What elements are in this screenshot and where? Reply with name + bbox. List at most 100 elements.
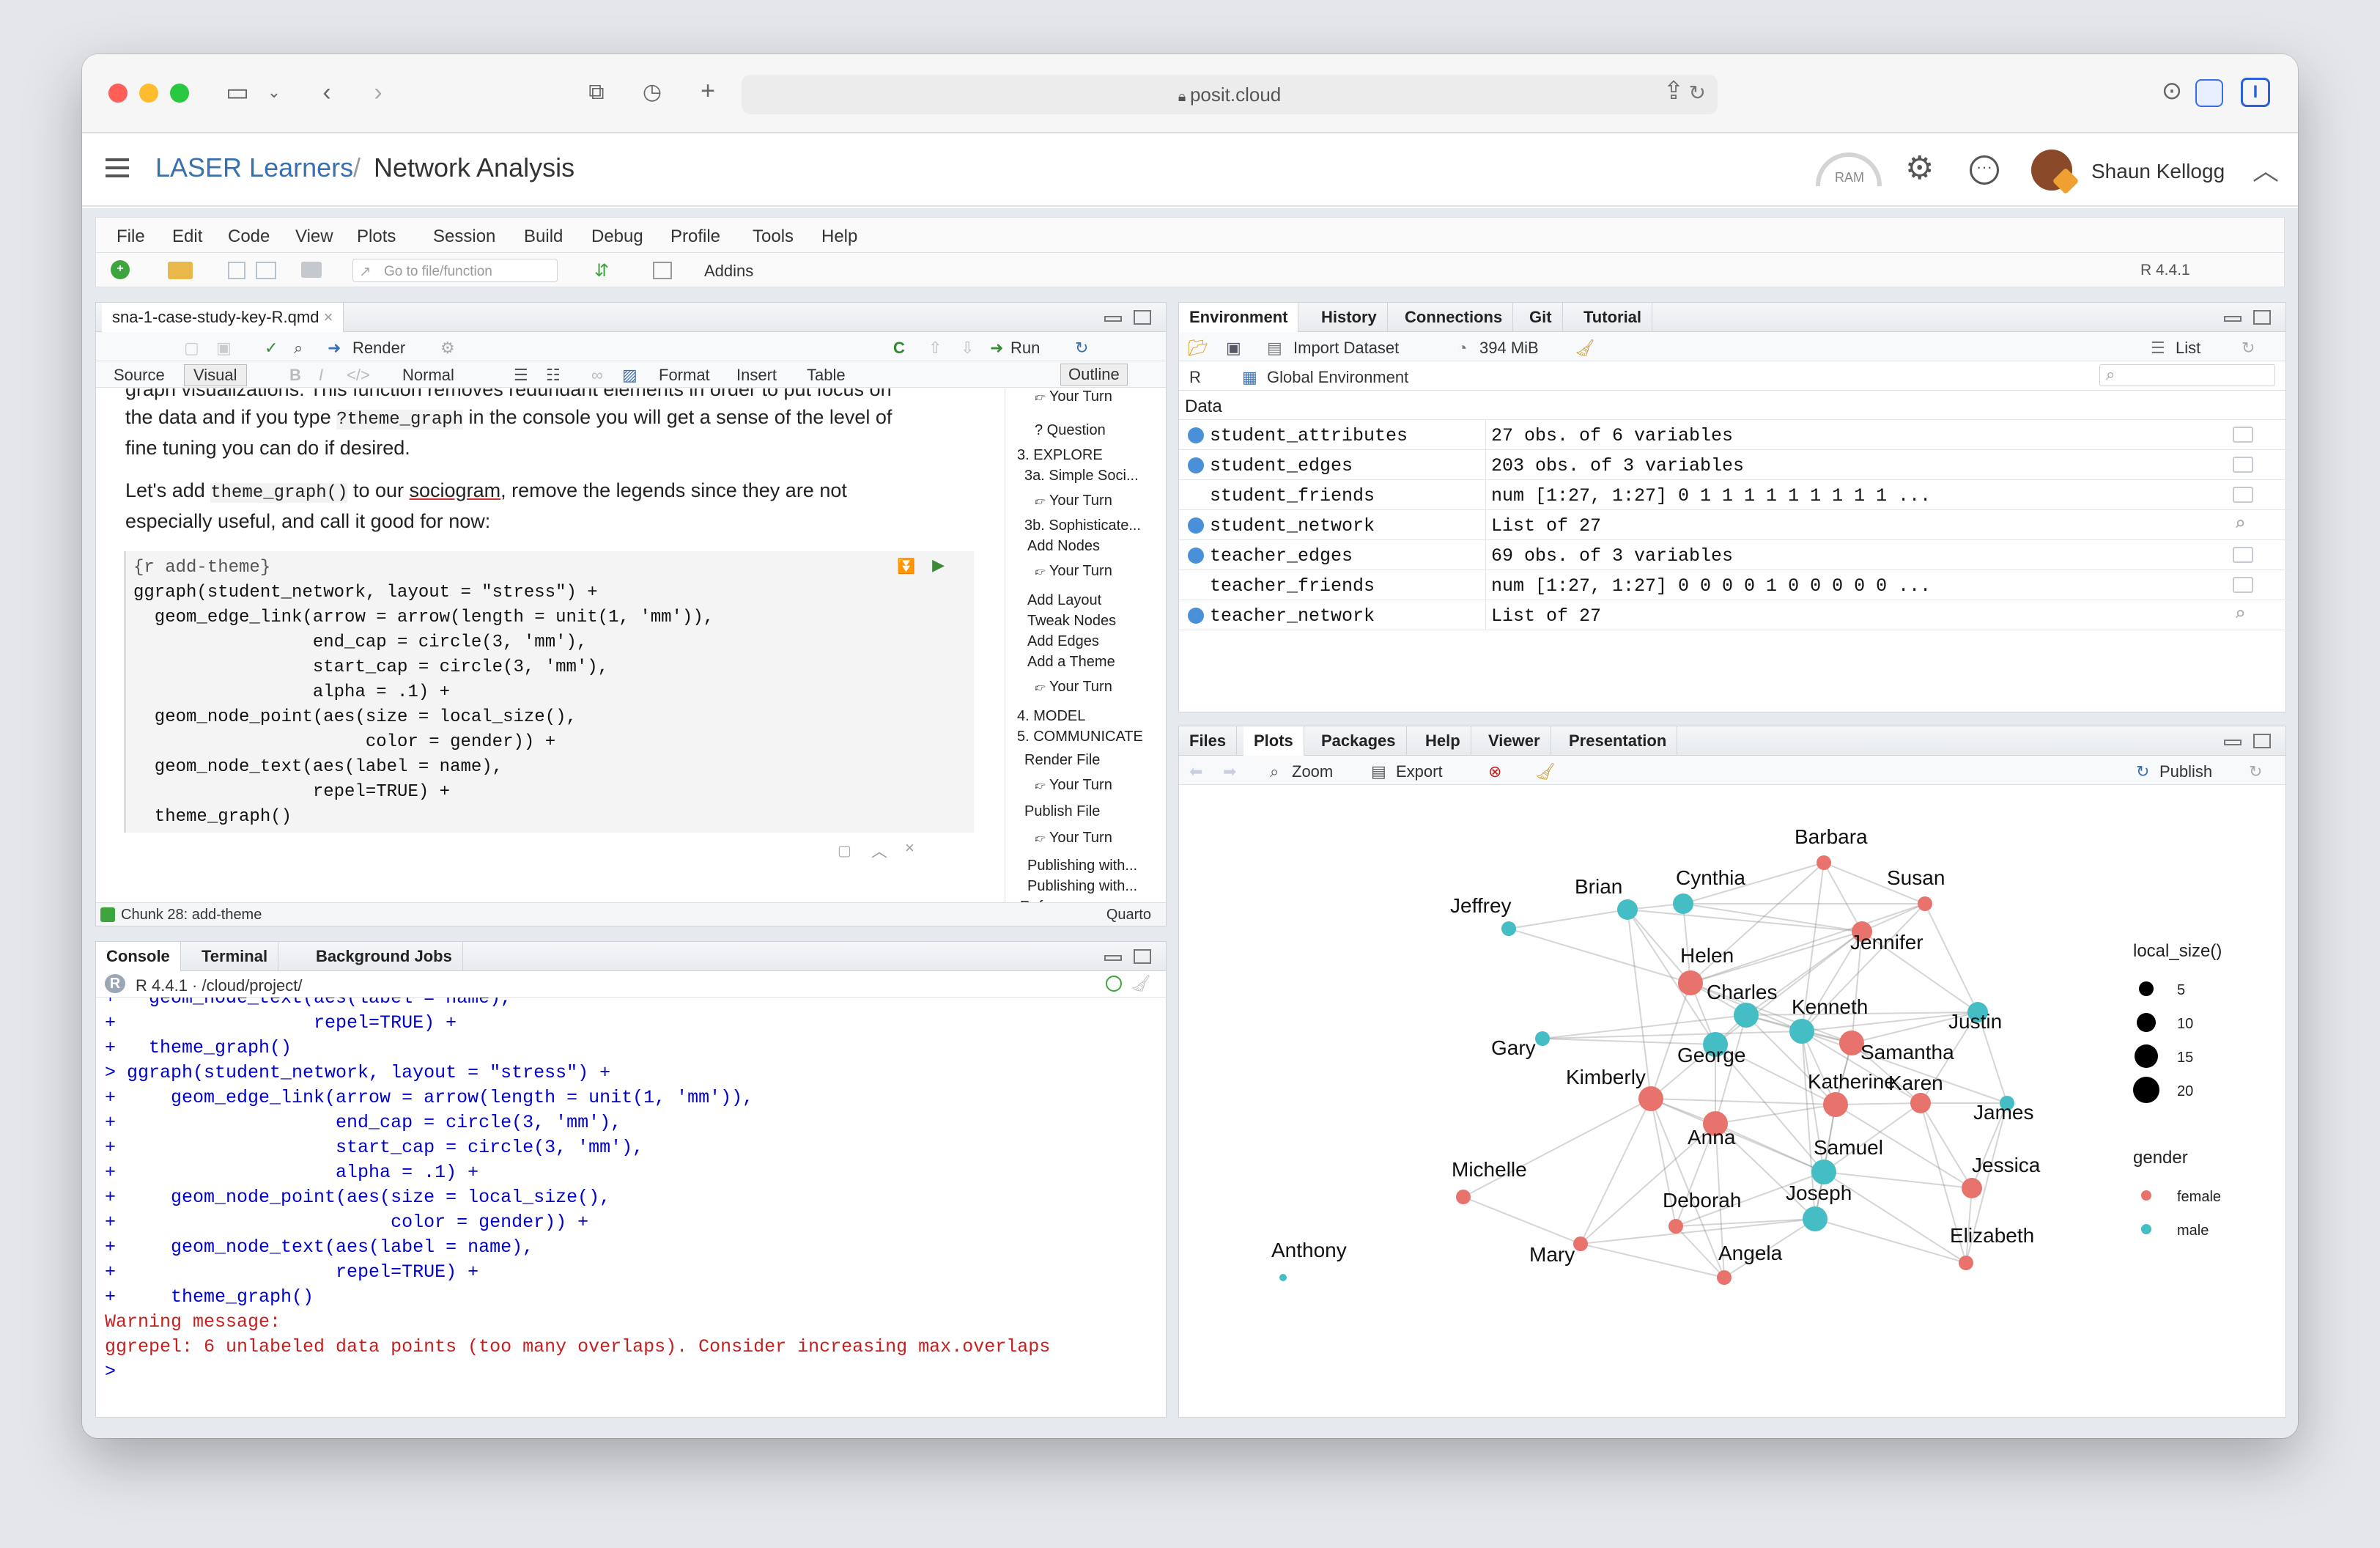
goto-file-input[interactable]: ↗ Go to file/function <box>352 259 558 282</box>
outline-item[interactable]: 5. COMMUNICATE <box>1017 729 1143 745</box>
tab-presentation[interactable]: Presentation <box>1559 726 1678 756</box>
outline-item[interactable]: Tweak Nodes <box>1027 613 1116 630</box>
outline-item[interactable]: 👉︎ Your Turn <box>1035 563 1112 580</box>
outline-item[interactable]: Add a Theme <box>1027 654 1115 671</box>
outline-item[interactable]: 👉︎ Your Turn <box>1035 679 1112 696</box>
outline-item[interactable]: 3. EXPLORE <box>1017 447 1103 464</box>
gear-icon[interactable]: ⚙ <box>1905 150 1934 187</box>
tab-tutorial[interactable]: Tutorial <box>1573 303 1653 332</box>
save-icon[interactable] <box>228 262 245 279</box>
expand-arrow-icon[interactable] <box>1188 427 1204 443</box>
outline-item[interactable]: 👉︎ Your Turn <box>1035 493 1112 509</box>
refresh-env-icon[interactable]: ↻ <box>2242 339 2255 358</box>
numbered-list-icon[interactable]: ☷ <box>546 366 561 385</box>
previous-chunk-icon[interactable]: ⇧ <box>928 339 942 358</box>
clear-plots-icon[interactable]: 🧹︎ <box>1535 762 1556 781</box>
document-content[interactable]: graph visualizations. This function remo… <box>96 388 997 903</box>
env-row[interactable]: student_edges 203 obs. of 3 variables <box>1179 450 2293 480</box>
publish-icon[interactable]: ↻ <box>2136 762 2149 781</box>
open-file-icon[interactable] <box>168 262 193 279</box>
outline-item[interactable]: 👉︎ Your Turn <box>1035 777 1112 794</box>
minimize-console-icon[interactable] <box>1104 955 1122 961</box>
env-row[interactable]: student_network List of 27 ⌕ <box>1179 510 2293 540</box>
expand-arrow-icon[interactable] <box>1188 608 1204 624</box>
workspace-link[interactable]: LASER Learners <box>155 152 353 183</box>
view-table-icon[interactable] <box>2233 427 2253 443</box>
memory-usage[interactable]: 394 MiB <box>1479 339 1539 358</box>
zoom-button[interactable]: Zoom <box>1292 762 1333 781</box>
minimize-env-icon[interactable] <box>2224 316 2242 322</box>
back-icon[interactable]: ‹ <box>311 78 343 107</box>
tab-git[interactable]: Git <box>1519 303 1563 332</box>
menu-plots[interactable]: Plots <box>357 226 396 247</box>
export-menu[interactable]: Export <box>1396 762 1443 781</box>
save-all-icon[interactable] <box>256 262 276 279</box>
import-dataset-button[interactable]: Import Dataset <box>1293 339 1399 358</box>
collapse-output-icon[interactable]: ︿ <box>871 838 887 862</box>
language-select[interactable]: R <box>1189 368 1201 387</box>
tabs-overview-icon[interactable]: ⧉ <box>580 78 613 107</box>
env-row[interactable]: student_attributes 27 obs. of 6 variables <box>1179 420 2293 450</box>
menu-debug[interactable]: Debug <box>591 226 643 247</box>
settings-gear-icon[interactable]: ⚙ <box>440 339 455 358</box>
minimize-pane-icon[interactable] <box>1104 316 1122 322</box>
collapse-header-icon[interactable]: ︿ <box>2252 150 2279 188</box>
download-icon[interactable]: ⊙ <box>2156 76 2188 106</box>
tab-terminal[interactable]: Terminal <box>191 942 279 971</box>
expand-output-icon[interactable]: ▢ <box>838 841 851 860</box>
view-table-icon[interactable] <box>2233 457 2253 473</box>
outline-toggle-button[interactable]: Outline <box>1060 364 1128 386</box>
tab-history[interactable]: History <box>1311 303 1388 332</box>
pocket-icon[interactable] <box>2195 79 2223 107</box>
menu-view[interactable]: View <box>295 226 333 247</box>
menu-help[interactable]: Help <box>821 226 857 247</box>
menu-profile[interactable]: Profile <box>670 226 720 247</box>
maximize-env-icon[interactable] <box>2253 310 2271 325</box>
tab-connections[interactable]: Connections <box>1394 303 1514 332</box>
print-icon[interactable] <box>301 262 322 278</box>
expand-arrow-icon[interactable] <box>1188 548 1204 564</box>
scope-select[interactable]: Global Environment <box>1267 368 1408 387</box>
spellcheck-icon[interactable]: ✓ <box>265 339 278 358</box>
outline-item[interactable]: 3a. Simple Soci... <box>1024 468 1139 484</box>
image-icon[interactable]: ▨ <box>622 366 638 385</box>
address-bar[interactable]: 🔒︎ posit.cloud ↻ <box>742 75 1718 114</box>
format-menu[interactable]: Format <box>659 366 710 385</box>
run-chunk-icon[interactable]: ▶ <box>932 556 945 575</box>
outline-item[interactable]: Publish File <box>1024 803 1100 820</box>
menu-build[interactable]: Build <box>524 226 563 247</box>
code-chunk[interactable]: {r add-theme} ggraph(student_network, la… <box>124 551 974 833</box>
expand-arrow-icon[interactable] <box>1188 457 1204 473</box>
doc-type-indicator[interactable]: Quarto <box>1106 907 1151 924</box>
maximize-plots-icon[interactable] <box>2253 734 2271 748</box>
inspect-icon[interactable]: ⌕ <box>2234 513 2246 536</box>
tab-files[interactable]: Files <box>1179 726 1238 756</box>
menu-session[interactable]: Session <box>433 226 495 247</box>
expand-arrow-icon[interactable] <box>1188 517 1204 534</box>
clear-output-icon[interactable]: × <box>905 838 914 858</box>
tab-environment[interactable]: Environment <box>1179 303 1299 332</box>
menu-file[interactable]: File <box>117 226 145 247</box>
zoom-window-button[interactable] <box>170 84 189 103</box>
console-prompt[interactable]: > <box>105 1360 116 1385</box>
r-version-menu[interactable]: R 4.4.1 <box>2140 262 2190 279</box>
show-in-window-icon[interactable]: ▢ <box>184 339 199 358</box>
env-row[interactable]: teacher_friends num [1:27, 1:27] 0 0 0 0 … <box>1179 570 2293 600</box>
visual-mode-button[interactable]: Visual <box>184 364 247 386</box>
view-table-icon[interactable] <box>2233 547 2253 563</box>
outline-item[interactable]: Publishing with... <box>1027 858 1137 874</box>
chevron-down-icon[interactable]: ⌄ <box>258 78 290 107</box>
outline-item[interactable]: 4. MODEL <box>1017 708 1085 725</box>
bullet-list-icon[interactable]: ☰ <box>514 366 528 385</box>
outline-item[interactable]: 👉︎ Your Turn <box>1035 830 1112 847</box>
new-file-icon[interactable]: + <box>111 260 130 279</box>
find-replace-icon[interactable]: ⌕ <box>294 339 303 358</box>
outline-item[interactable]: Add Layout <box>1027 592 1101 609</box>
insert-chunk-icon[interactable]: C <box>893 339 905 358</box>
reload-icon[interactable]: ↻ <box>1689 81 1706 105</box>
next-plot-icon[interactable]: ➡ <box>1223 762 1236 781</box>
console-output[interactable]: + geom_node_text(aes(label = name), + rep… <box>96 998 1166 1408</box>
link-icon[interactable]: ∞ <box>591 366 603 385</box>
import-dataset-icon[interactable]: ▤ <box>1267 339 1282 358</box>
view-table-icon[interactable] <box>2233 577 2253 593</box>
